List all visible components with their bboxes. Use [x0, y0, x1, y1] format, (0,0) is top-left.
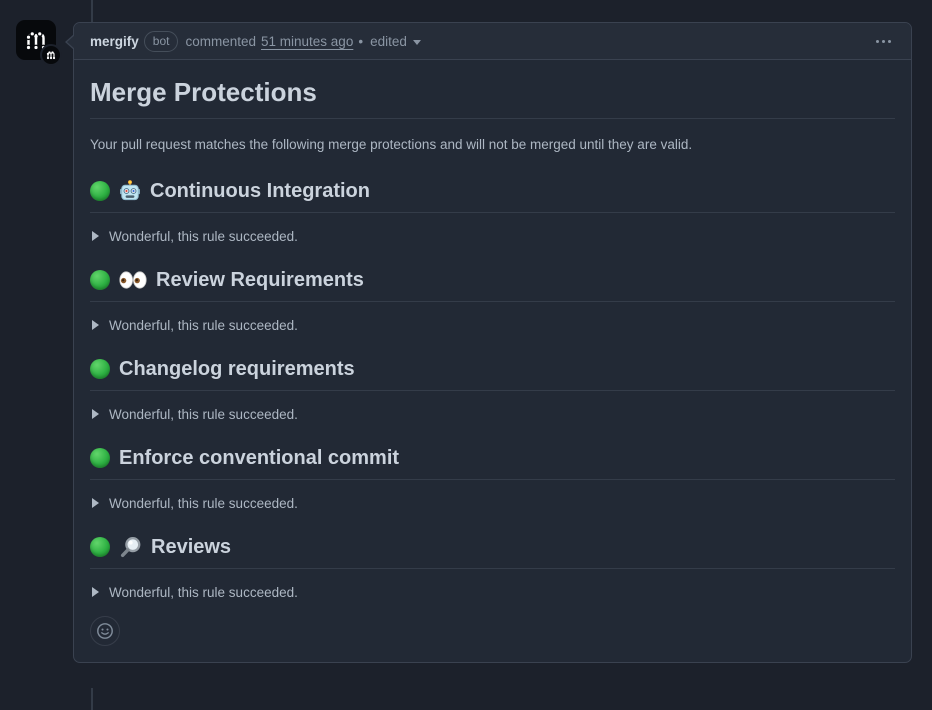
comment-header: mergify bot commented 51 minutes ago • e…	[74, 23, 911, 60]
rule-details-summary[interactable]: Wonderful, this rule succeeded.	[90, 407, 298, 422]
triangle-right-icon	[92, 409, 99, 419]
section-heading: Changelog requirements	[90, 357, 895, 391]
triangle-right-icon	[92, 320, 99, 330]
comment-title: Merge Protections	[90, 76, 895, 119]
rule-details-summary[interactable]: Wonderful, this rule succeeded.	[90, 496, 298, 511]
section-title: Reviews	[151, 535, 231, 560]
eyes-emoji	[119, 271, 147, 289]
timeline-line	[91, 0, 93, 22]
comment-card: mergify bot commented 51 minutes ago • e…	[73, 22, 912, 663]
ellipsis-icon	[876, 40, 891, 43]
green-circle-emoji	[90, 359, 110, 379]
avatar-bot-badge	[40, 44, 62, 66]
chevron-down-icon	[413, 40, 421, 45]
mergify-avatar[interactable]	[16, 20, 56, 60]
intro-text: Your pull request matches the following …	[90, 135, 895, 155]
section-title: Review Requirements	[156, 268, 364, 293]
rule-summary-text: Wonderful, this rule succeeded.	[109, 407, 298, 422]
section-heading: Continuous Integration	[90, 179, 895, 213]
section-title: Continuous Integration	[150, 179, 370, 204]
rule-details-summary[interactable]: Wonderful, this rule succeeded.	[90, 585, 298, 600]
triangle-right-icon	[92, 498, 99, 508]
comment-body: Merge Protections Your pull request matc…	[74, 60, 911, 662]
rule-summary-text: Wonderful, this rule succeeded.	[109, 496, 298, 511]
edited-label: edited	[370, 34, 407, 49]
robot-emoji	[119, 180, 141, 202]
speech-caret	[67, 35, 75, 49]
rule-summary-text: Wonderful, this rule succeeded.	[109, 585, 298, 600]
dot-separator: •	[358, 34, 363, 49]
green-circle-emoji	[90, 181, 110, 201]
edited-dropdown[interactable]: edited	[370, 34, 421, 49]
section-heading: Review Requirements	[90, 268, 895, 302]
timestamp-link[interactable]: 51 minutes ago	[261, 34, 353, 49]
section-heading: Reviews	[90, 535, 895, 569]
rule-details-summary[interactable]: Wonderful, this rule succeeded.	[90, 318, 298, 333]
section-heading: Enforce conventional commit	[90, 446, 895, 480]
kebab-menu-button[interactable]	[872, 34, 895, 49]
magnifying-glass-emoji	[119, 536, 142, 559]
action-text: commented	[185, 34, 256, 49]
section-title: Enforce conventional commit	[119, 446, 399, 471]
rule-details-summary[interactable]: Wonderful, this rule succeeded.	[90, 229, 298, 244]
author-link[interactable]: mergify	[90, 34, 139, 49]
triangle-right-icon	[92, 231, 99, 241]
green-circle-emoji	[90, 270, 110, 290]
add-reaction-button[interactable]	[90, 616, 120, 646]
bot-badge: bot	[144, 31, 179, 52]
timeline-line	[91, 688, 93, 710]
green-circle-emoji	[90, 448, 110, 468]
rule-summary-text: Wonderful, this rule succeeded.	[109, 229, 298, 244]
green-circle-emoji	[90, 537, 110, 557]
rule-summary-text: Wonderful, this rule succeeded.	[109, 318, 298, 333]
pr-timeline-page: mergify bot commented 51 minutes ago • e…	[0, 0, 932, 710]
section-title: Changelog requirements	[119, 357, 355, 382]
triangle-right-icon	[92, 587, 99, 597]
smiley-icon	[96, 622, 114, 640]
mergify-logo-icon	[45, 49, 57, 61]
